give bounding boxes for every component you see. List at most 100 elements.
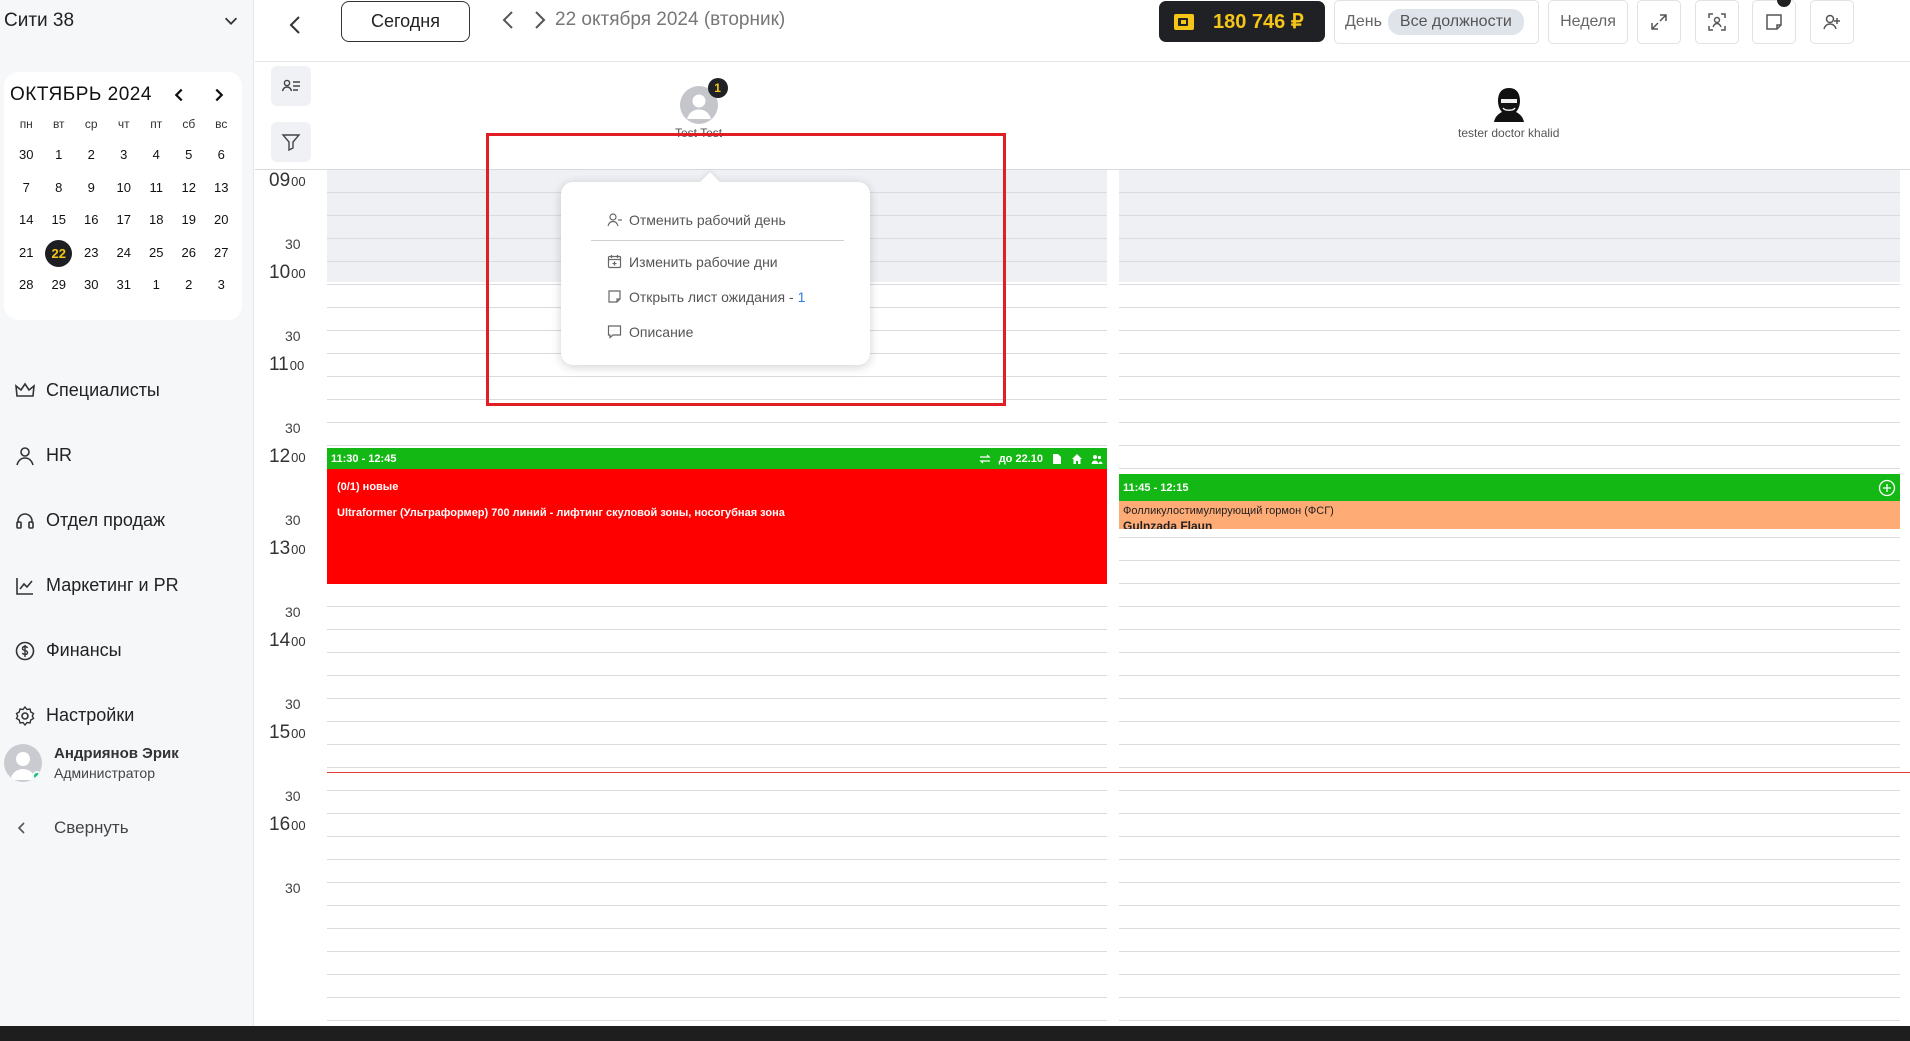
context-menu-item-4[interactable]: Описание — [561, 314, 870, 349]
hour-label: 1100 — [269, 354, 304, 376]
slot-line — [1119, 629, 1900, 630]
calendar-day[interactable]: 15 — [43, 207, 76, 240]
calendar-day[interactable]: 1 — [140, 272, 173, 305]
context-menu-item-3[interactable]: Открыть лист ожидания - 1 — [561, 279, 870, 314]
branch-select[interactable]: Сити 38 — [4, 8, 240, 34]
today-button[interactable]: Сегодня — [341, 1, 470, 42]
calendar-day[interactable]: 12 — [173, 175, 206, 208]
top-toolbar: Сегодня 22 октября 2024 (вторник) 180 74… — [255, 0, 1910, 62]
slot-line — [1119, 422, 1900, 423]
main-nav: Специалисты HR Отдел продаж Маркетинг и PR Ф… — [14, 358, 240, 748]
context-menu-label: Отменить рабочий день — [629, 211, 786, 228]
minute-number: 00 — [291, 634, 306, 649]
nav-item-5[interactable]: Финансы — [14, 618, 240, 683]
calendar-day[interactable]: 17 — [108, 207, 141, 240]
calendar-day-selected[interactable]: 22 — [43, 239, 76, 273]
calendar-day-number: 12 — [181, 179, 196, 195]
calendar-day[interactable]: 31 — [108, 272, 141, 305]
calendar-day[interactable]: 2 — [75, 142, 108, 175]
nav-item-4[interactable]: Маркетинг и PR — [14, 553, 240, 618]
calendar-day-number: 29 — [51, 277, 66, 292]
schedule-column-tester-doctor-khalid[interactable]: 11:45 - 12:15 Фолликулостимулирующий горм… — [1119, 170, 1900, 1026]
calendar-day[interactable]: 3 — [205, 272, 238, 305]
nav-item-3[interactable]: Отдел продаж — [14, 488, 240, 553]
avatar: 1 — [679, 78, 728, 124]
specialist-list-button[interactable] — [271, 66, 311, 106]
specialist-header: 1 Test Test tester doctor khalid — [255, 62, 1910, 170]
slot-line — [327, 813, 1107, 814]
calendar-day[interactable]: 30 — [75, 272, 108, 305]
positions-filter[interactable]: Все должности — [1387, 9, 1524, 35]
calendar-day[interactable]: 27 — [205, 240, 238, 273]
calendar-day[interactable]: 18 — [140, 207, 173, 240]
calendar-day[interactable]: 25 — [140, 240, 173, 273]
context-menu-label: Описание — [629, 323, 694, 340]
specialist-name: Test Test — [675, 126, 723, 140]
calendar-day[interactable]: 8 — [43, 175, 76, 208]
calendar-day-number: 28 — [19, 277, 34, 292]
calendar-day[interactable]: 11 — [140, 175, 173, 208]
day-view-toggle[interactable]: День — [1345, 13, 1382, 31]
context-menu-item-2[interactable]: Изменить рабочие дни — [561, 244, 870, 279]
back-arrow-icon[interactable] — [281, 10, 311, 40]
calendar-day[interactable]: 30 — [10, 142, 43, 175]
fullscreen-button[interactable] — [1637, 0, 1681, 44]
half-hour-label: 30 — [285, 880, 301, 896]
calendar-day[interactable]: 9 — [75, 175, 108, 208]
collapse-sidebar-button[interactable]: Свернуть — [14, 818, 129, 838]
slot-line — [327, 399, 1107, 400]
slot-line — [1119, 353, 1900, 354]
waitlist-button[interactable] — [1752, 0, 1796, 44]
calendar-day[interactable]: 13 — [205, 175, 238, 208]
next-day-icon[interactable] — [527, 8, 551, 32]
calendar-day[interactable]: 20 — [205, 207, 238, 240]
prev-day-icon[interactable] — [497, 8, 521, 32]
calendar-day[interactable]: 7 — [10, 175, 43, 208]
slot-line — [1119, 859, 1900, 860]
calendar-day[interactable]: 28 — [10, 272, 43, 305]
plus-circle-icon[interactable] — [1878, 479, 1896, 497]
slot-line — [1119, 560, 1900, 561]
face-scan-button[interactable] — [1695, 0, 1739, 44]
appointment-tags: до 22.10 — [979, 453, 1103, 465]
hour-number: 13 — [269, 538, 291, 559]
calendar-day[interactable]: 29 — [43, 272, 76, 305]
document-icon — [1053, 453, 1061, 464]
calendar-day[interactable]: 23 — [75, 240, 108, 273]
calendar-day[interactable]: 6 — [205, 142, 238, 175]
calendar-day[interactable]: 21 — [10, 240, 43, 273]
calendar-day[interactable]: 10 — [108, 175, 141, 208]
calendar-day[interactable]: 16 — [75, 207, 108, 240]
calendar-day[interactable]: 4 — [140, 142, 173, 175]
appointment-header: 11:30 - 12:45 до 22.10 — [327, 448, 1107, 469]
nav-item-1[interactable]: Специалисты — [14, 358, 240, 423]
calendar-day[interactable]: 5 — [173, 142, 206, 175]
calendar-day-number: 27 — [214, 244, 229, 260]
balance-button[interactable]: 180 746 ₽ — [1159, 1, 1325, 42]
calendar-day[interactable]: 26 — [173, 240, 206, 273]
calendar-day[interactable]: 2 — [173, 272, 206, 305]
slot-line — [327, 376, 1107, 377]
hour-number: 16 — [269, 814, 291, 835]
sidebar: Сити 38 ОКТЯБРЬ 2024 пн вт ср чт пт сб вс 30 1 2 3… — [0, 0, 254, 1026]
week-view-button[interactable]: Неделя — [1548, 0, 1628, 44]
user-profile[interactable]: Андриянов Эрик Администратор — [4, 744, 179, 782]
calendar-day[interactable]: 3 — [108, 142, 141, 175]
calendar-next-icon[interactable] — [210, 86, 228, 104]
appointment-card[interactable]: 11:45 - 12:15 Фолликулостимулирующий горм… — [1119, 474, 1900, 529]
calendar-day[interactable]: 24 — [108, 240, 141, 273]
calendar-day[interactable]: 14 — [10, 207, 43, 240]
context-menu-item-1[interactable]: Отменить рабочий день — [561, 202, 870, 237]
appointment-card[interactable]: 11:30 - 12:45 до 22.10 (0/1) новые Ultrafor… — [327, 448, 1107, 584]
calendar-day[interactable]: 19 — [173, 207, 206, 240]
calendar-prev-icon[interactable] — [170, 86, 188, 104]
calendar-day[interactable]: 1 — [43, 142, 76, 175]
slot-line — [1119, 583, 1900, 584]
nav-item-2[interactable]: HR — [14, 423, 240, 488]
filter-button[interactable] — [271, 122, 311, 162]
add-client-button[interactable] — [1810, 0, 1854, 44]
calendar-day-number: 11 — [149, 179, 164, 195]
specialist-test-test[interactable]: 1 Test Test — [675, 78, 728, 140]
nav-item-6[interactable]: Настройки — [14, 683, 240, 748]
specialist-tester-doctor-khalid[interactable]: tester doctor khalid — [1458, 86, 1559, 140]
